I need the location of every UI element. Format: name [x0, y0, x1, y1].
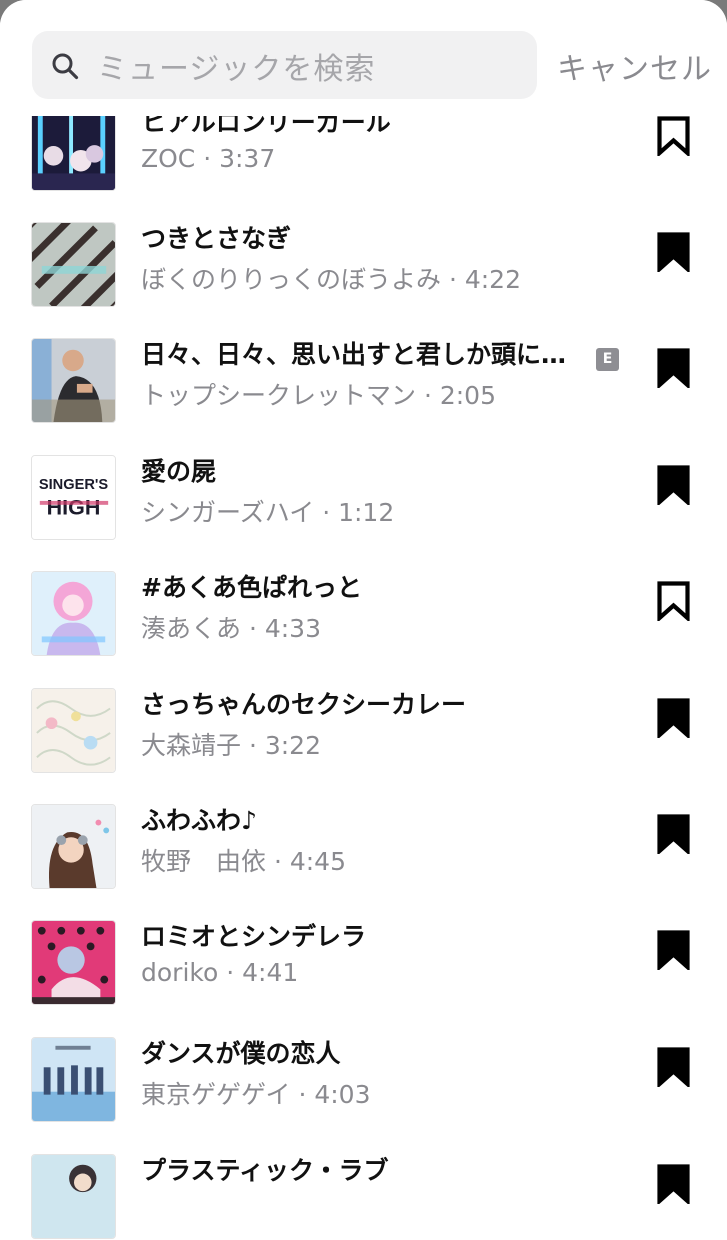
bookmark-icon[interactable] — [657, 116, 690, 156]
album-art — [31, 571, 116, 656]
track-artist-duration: シンガーズハイ · 1:12 — [141, 498, 395, 527]
track-artist-duration: ZOC · 3:37 — [141, 144, 276, 173]
explicit-badge: E — [596, 348, 619, 371]
track-row[interactable]: ふわふわ♪ 牧野 由依 · 4:45 — [0, 804, 727, 920]
track-artist-duration: doriko · 4:41 — [141, 958, 299, 987]
track-title: つきとさなぎ — [141, 224, 292, 253]
album-art — [31, 338, 116, 423]
track-artist-duration: 湊あくあ · 4:33 — [141, 614, 321, 643]
track-artist-duration: 大森靖子 · 3:22 — [141, 731, 321, 760]
bookmark-icon[interactable] — [657, 814, 690, 854]
album-art — [31, 222, 116, 307]
track-title: ふわふわ♪ — [141, 806, 257, 835]
track-row[interactable]: ヒアルロンリーガール ZOC · 3:37 — [0, 106, 727, 222]
album-art — [31, 106, 116, 191]
track-artist-duration: 東京ゲゲゲイ · 4:03 — [141, 1080, 371, 1109]
track-row[interactable]: さっちゃんのセクシーカレー 大森靖子 · 3:22 — [0, 688, 727, 804]
bookmark-icon[interactable] — [657, 465, 690, 505]
track-title: ロミオとシンデレラ — [141, 922, 367, 951]
album-art — [31, 1154, 116, 1239]
bookmark-icon[interactable] — [657, 581, 690, 621]
bookmark-icon[interactable] — [657, 232, 690, 272]
track-row[interactable]: 日々、日々、思い出すと君しか頭に… E トップシークレットマン · 2:05 — [0, 338, 727, 454]
track-row[interactable]: ダンスが僕の恋人 東京ゲゲゲイ · 4:03 — [0, 1037, 727, 1153]
album-art-text: SINGER'S — [39, 477, 109, 493]
bookmark-icon[interactable] — [657, 930, 690, 970]
bookmark-icon[interactable] — [657, 348, 690, 388]
track-row[interactable]: #あくあ色ぱれっと 湊あくあ · 4:33 — [0, 571, 727, 687]
track-artist-duration: 牧野 由依 · 4:45 — [141, 847, 346, 876]
album-art — [31, 1037, 116, 1122]
track-row[interactable]: ロミオとシンデレラ doriko · 4:41 — [0, 920, 727, 1036]
album-art: SINGER'S HIGH — [31, 455, 116, 540]
search-icon — [52, 53, 79, 80]
track-title: #あくあ色ぱれっと — [141, 573, 362, 602]
track-title: プラスティック・ラブ — [141, 1156, 389, 1185]
bookmark-icon[interactable] — [657, 698, 690, 738]
track-list: ヒアルロンリーガール ZOC · 3:37 つきとさなぎ ぼくのりりっくのぼうよ… — [0, 0, 727, 1239]
music-search-sheet: ヒアルロンリーガール ZOC · 3:37 つきとさなぎ ぼくのりりっくのぼうよ… — [0, 0, 727, 1240]
track-artist-duration: ぼくのりりっくのぼうよみ · 4:22 — [141, 265, 521, 294]
bookmark-icon[interactable] — [657, 1047, 690, 1087]
bookmark-icon[interactable] — [657, 1164, 690, 1204]
album-art — [31, 804, 116, 889]
cancel-button[interactable]: キャンセル — [557, 44, 712, 88]
album-art — [31, 688, 116, 773]
track-title: 日々、日々、思い出すと君しか頭に… — [141, 340, 567, 369]
track-title: ダンスが僕の恋人 — [141, 1039, 341, 1068]
track-row[interactable]: プラスティック・ラブ — [0, 1154, 727, 1240]
search-placeholder: ミュージックを検索 — [97, 52, 376, 87]
album-art-text: HIGH — [47, 496, 101, 520]
album-art — [31, 920, 116, 1005]
track-artist-duration: トップシークレットマン · 2:05 — [141, 381, 496, 410]
track-row[interactable]: つきとさなぎ ぼくのりりっくのぼうよみ · 4:22 — [0, 222, 727, 338]
track-title: さっちゃんのセクシーカレー — [141, 690, 467, 719]
track-row[interactable]: SINGER'S HIGH 愛の屍 シンガーズハイ · 1:12 — [0, 455, 727, 571]
track-title: 愛の屍 — [141, 457, 217, 486]
